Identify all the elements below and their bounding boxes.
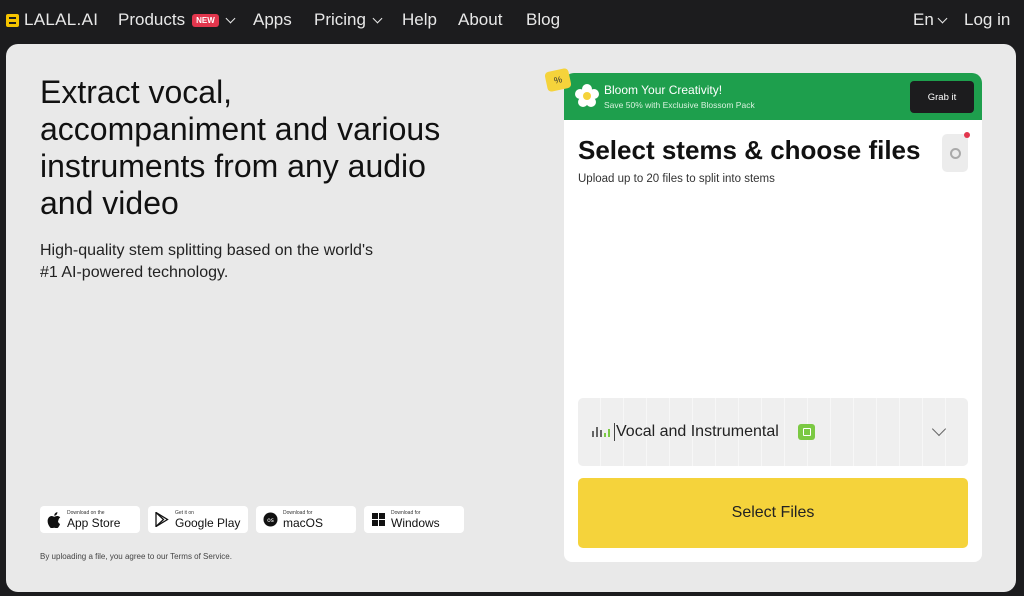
store-small-text: Download for: [391, 509, 421, 516]
hero-subtitle: High-quality stem splitting based on the…: [40, 242, 373, 281]
store-small-text: Download on the: [67, 509, 105, 516]
google-play-text: Get it on Google Play: [175, 509, 241, 530]
chevron-down-icon: [937, 13, 948, 23]
app-store-button[interactable]: Download on the App Store: [40, 506, 140, 533]
chevron-down-icon: [372, 13, 383, 23]
hero-title: Extract vocal, accompaniment and various…: [40, 74, 441, 221]
nav-help[interactable]: Help: [402, 10, 437, 30]
stem-select-dropdown[interactable]: Vocal and Instrumental: [578, 398, 968, 466]
promo-banner: Bloom Your Creativity! Save 50% with Exc…: [564, 73, 982, 121]
store-big-text: Google Play: [175, 515, 241, 530]
nav-pricing[interactable]: Pricing: [314, 10, 383, 30]
card-title: Select stems & choose files: [578, 135, 921, 165]
main-panel: Extract vocal, accompaniment and various…: [6, 44, 1016, 592]
apple-icon: [46, 511, 62, 528]
nav-about[interactable]: About: [458, 10, 502, 30]
gear-icon: [949, 147, 961, 159]
nav-products-label: Products: [118, 10, 186, 29]
login-link[interactable]: Log in: [964, 10, 1010, 30]
store-big-text: Windows: [391, 515, 440, 530]
logo-text: LALAL.AI: [24, 10, 99, 29]
flower-icon: [575, 84, 599, 107]
new-badge: NEW: [192, 13, 219, 27]
windows-icon: [370, 512, 386, 528]
google-play-icon: [154, 512, 170, 528]
upload-card: Select stems & choose files Upload up to…: [564, 120, 982, 562]
logo-icon: [6, 13, 19, 27]
nav-help-label: Help: [402, 10, 437, 29]
promo-subtitle: Save 50% with Exclusive Blossom Pack: [604, 100, 755, 110]
chevron-down-icon: [225, 13, 236, 23]
select-files-button[interactable]: Select Files: [578, 478, 968, 548]
store-small-text: Get it on: [175, 509, 194, 516]
nav-pricing-label: Pricing: [314, 10, 366, 29]
stem-badge-icon: [798, 424, 815, 440]
login-label: Log in: [964, 10, 1011, 29]
nav-apps[interactable]: Apps: [253, 10, 292, 30]
nav-apps-label: Apps: [253, 10, 292, 29]
store-big-text: macOS: [283, 515, 324, 530]
top-nav: LALAL.AI Products NEW Apps Pricing Help …: [0, 0, 1024, 42]
windows-text: Download for Windows: [391, 509, 440, 530]
card-subtitle: Upload up to 20 files to split into stem…: [578, 173, 775, 185]
app-store-text: Download on the App Store: [67, 509, 121, 530]
stem-select-label: Vocal and Instrumental: [616, 423, 779, 440]
waveform-icon: [592, 425, 610, 437]
logo[interactable]: LALAL.AI: [6, 10, 98, 30]
grab-it-button[interactable]: Grab it: [910, 81, 974, 113]
language-selector[interactable]: En: [913, 10, 948, 30]
promo-title: Bloom Your Creativity!: [604, 83, 723, 97]
macos-button[interactable]: os Download for macOS: [256, 506, 356, 533]
windows-button[interactable]: Download for Windows: [364, 506, 464, 533]
chevron-down-icon: [931, 421, 947, 437]
nav-products[interactable]: Products NEW: [118, 10, 236, 30]
language-label: En: [913, 10, 934, 29]
macos-text: Download for macOS: [283, 509, 324, 530]
store-big-text: App Store: [67, 515, 121, 530]
text-caret: [614, 423, 615, 441]
store-buttons: Download on the App Store Get it on Goog…: [40, 506, 464, 533]
macos-icon: os: [262, 512, 278, 528]
nav-blog-label: Blog: [526, 10, 561, 29]
svg-text:os: os: [267, 517, 274, 524]
nav-about-label: About: [458, 10, 503, 29]
terms-notice: By uploading a file, you agree to our Te…: [40, 552, 232, 561]
google-play-button[interactable]: Get it on Google Play: [148, 506, 248, 533]
store-small-text: Download for: [283, 509, 313, 516]
nav-blog[interactable]: Blog: [526, 10, 560, 30]
notification-dot: [964, 132, 970, 138]
settings-button[interactable]: [942, 132, 970, 172]
